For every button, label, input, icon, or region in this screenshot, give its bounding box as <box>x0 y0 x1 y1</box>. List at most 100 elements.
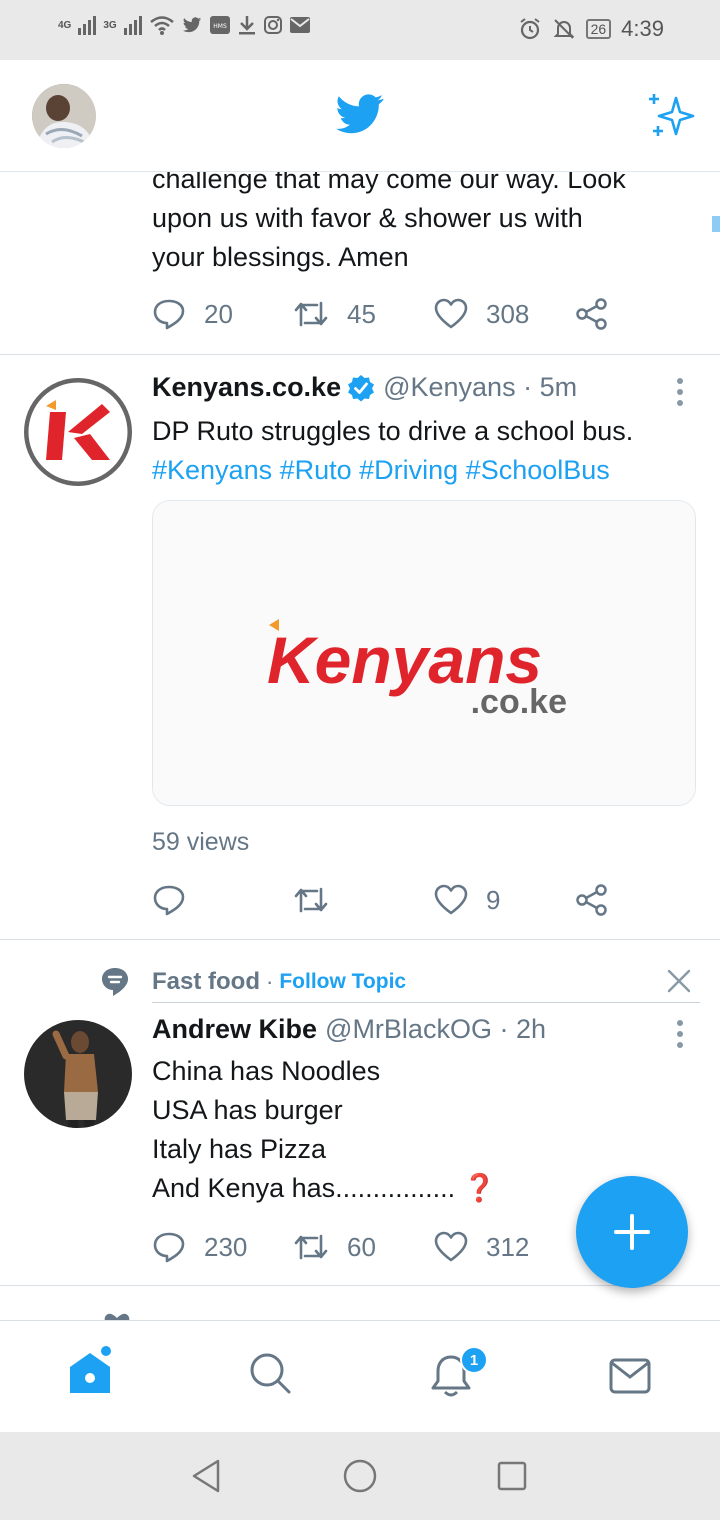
retweet-count: 60 <box>347 1231 376 1262</box>
retweet-icon <box>294 887 328 913</box>
status-icons-right: 26 4:39 <box>518 16 664 42</box>
retweet-button[interactable]: 45 <box>293 299 434 330</box>
retweet-button[interactable]: 60 <box>293 1232 434 1263</box>
twitter-notification-icon <box>182 17 201 33</box>
close-icon[interactable] <box>666 968 692 994</box>
author-avatar[interactable] <box>24 1020 132 1128</box>
sparkle-icon[interactable] <box>646 92 696 140</box>
scroll-indicator[interactable] <box>712 216 720 232</box>
verified-badge-icon <box>348 374 375 401</box>
download-icon <box>238 16 255 35</box>
reply-button[interactable]: 20 <box>152 298 293 330</box>
tweet-header: Andrew Kibe @MrBlackOG · 2h <box>152 1014 546 1045</box>
dot-icon <box>677 1042 683 1048</box>
heart-icon <box>434 298 468 329</box>
tweet-line: And Kenya has................ <box>152 1173 456 1203</box>
tweet-text[interactable]: DP Ruto struggles to drive a school bus.… <box>152 412 633 490</box>
tweet-text[interactable]: China has Noodles USA has burger Italy h… <box>152 1052 496 1208</box>
kenyans-logo-avatar <box>24 378 132 486</box>
andrew-kibe-avatar <box>24 1020 132 1128</box>
like-count: 312 <box>486 1231 530 1262</box>
hms-icon: HMS <box>209 16 230 34</box>
twitter-logo-icon[interactable] <box>336 94 384 134</box>
tweet-hashtags[interactable]: #Kenyans #Ruto #Driving #SchoolBus <box>152 451 633 490</box>
kenyans-logo-image: Kenyans .co.ke <box>153 501 695 805</box>
topic-context-row: Fast food · Follow Topic <box>100 962 700 1002</box>
clock: 4:39 <box>621 16 664 41</box>
retweet-button[interactable] <box>293 885 434 915</box>
like-count: 9 <box>486 884 501 915</box>
home-button-icon[interactable] <box>342 1458 378 1494</box>
topic-icon <box>102 968 128 996</box>
author-avatar[interactable] <box>24 378 132 486</box>
like-count: 308 <box>486 298 530 329</box>
bottom-tab-bar: 1 <box>0 1320 720 1432</box>
reply-button[interactable]: 230 <box>152 1231 293 1263</box>
question-mark-emoji: ❓ <box>462 1173 497 1203</box>
like-button[interactable]: 312 <box>434 1231 575 1263</box>
signal-icon <box>123 16 142 35</box>
reply-count: 230 <box>204 1231 248 1262</box>
messages-icon[interactable] <box>608 1357 652 1395</box>
media-logo-sub: .co.ke <box>471 683 567 721</box>
dot-icon <box>677 400 683 406</box>
retweet-icon <box>294 301 328 327</box>
search-icon[interactable] <box>248 1351 292 1395</box>
heart-icon <box>434 1231 468 1262</box>
retweet-icon <box>294 1234 328 1260</box>
top-app-bar <box>0 60 720 172</box>
topic-label[interactable]: Fast food <box>152 968 260 996</box>
dot-icon <box>677 389 683 395</box>
like-button[interactable]: 9 <box>434 884 575 916</box>
follow-topic-button[interactable]: Follow Topic <box>279 970 406 994</box>
tweet-media-card[interactable]: Kenyans .co.ke <box>152 500 696 806</box>
author-handle[interactable]: @Kenyans · 5m <box>383 372 577 403</box>
tweet-divider <box>0 354 720 355</box>
home-icon[interactable] <box>66 1345 116 1397</box>
plus-icon <box>614 1214 650 1250</box>
recent-apps-icon[interactable] <box>496 1460 528 1492</box>
tweet-divider <box>0 939 720 940</box>
tweet-line: challenge that may come our way. Look <box>152 172 626 194</box>
author-handle[interactable]: @MrBlackOG · 2h <box>325 1014 546 1045</box>
tweet-header: Kenyans.co.ke @Kenyans · 5m <box>152 372 577 403</box>
author-name[interactable]: Kenyans.co.ke <box>152 372 341 403</box>
more-options-button[interactable] <box>676 378 684 411</box>
android-navigation-bar <box>0 1432 720 1520</box>
back-icon[interactable] <box>190 1458 222 1494</box>
heart-icon <box>104 1313 130 1320</box>
tweet-actions: 20 45 308 <box>152 294 627 334</box>
dot-icon <box>677 1020 683 1026</box>
alarm-icon <box>519 18 540 40</box>
reply-button[interactable] <box>152 884 293 916</box>
reply-count: 20 <box>204 298 233 329</box>
tweet-line: USA has burger <box>152 1095 343 1125</box>
timeline-feed[interactable]: challenge that may come our way. Look up… <box>0 172 720 1320</box>
compose-tweet-button[interactable] <box>576 1176 688 1288</box>
share-icon <box>576 884 607 916</box>
network-4g-label: 4G <box>58 19 72 31</box>
share-button[interactable] <box>575 883 627 917</box>
instagram-icon <box>263 16 282 34</box>
tweet-line: Italy has Pizza <box>152 1134 327 1164</box>
tweet-divider <box>0 1285 720 1286</box>
like-button[interactable]: 308 <box>434 298 575 330</box>
more-options-button[interactable] <box>676 1020 684 1053</box>
retweet-count: 45 <box>347 298 376 329</box>
reply-icon <box>153 1232 185 1263</box>
topic-divider <box>152 1002 700 1003</box>
network-3g-label: 3G <box>103 19 117 31</box>
tweet-actions: 9 <box>152 880 627 920</box>
tweet-line: DP Ruto struggles to drive a school bus. <box>152 416 634 446</box>
tweet-line: China has Noodles <box>152 1056 381 1086</box>
tweet-actions: 230 60 312 <box>152 1227 575 1267</box>
share-button[interactable] <box>575 297 627 331</box>
heart-icon <box>434 884 468 915</box>
author-name[interactable]: Andrew Kibe <box>152 1014 317 1045</box>
profile-avatar[interactable] <box>32 84 96 148</box>
reply-icon <box>153 885 185 916</box>
topic-separator: · <box>266 969 274 994</box>
dot-icon <box>677 378 683 384</box>
battery-indicator: 26 <box>585 19 612 39</box>
tweet-text[interactable]: challenge that may come our way. Look up… <box>152 172 626 277</box>
